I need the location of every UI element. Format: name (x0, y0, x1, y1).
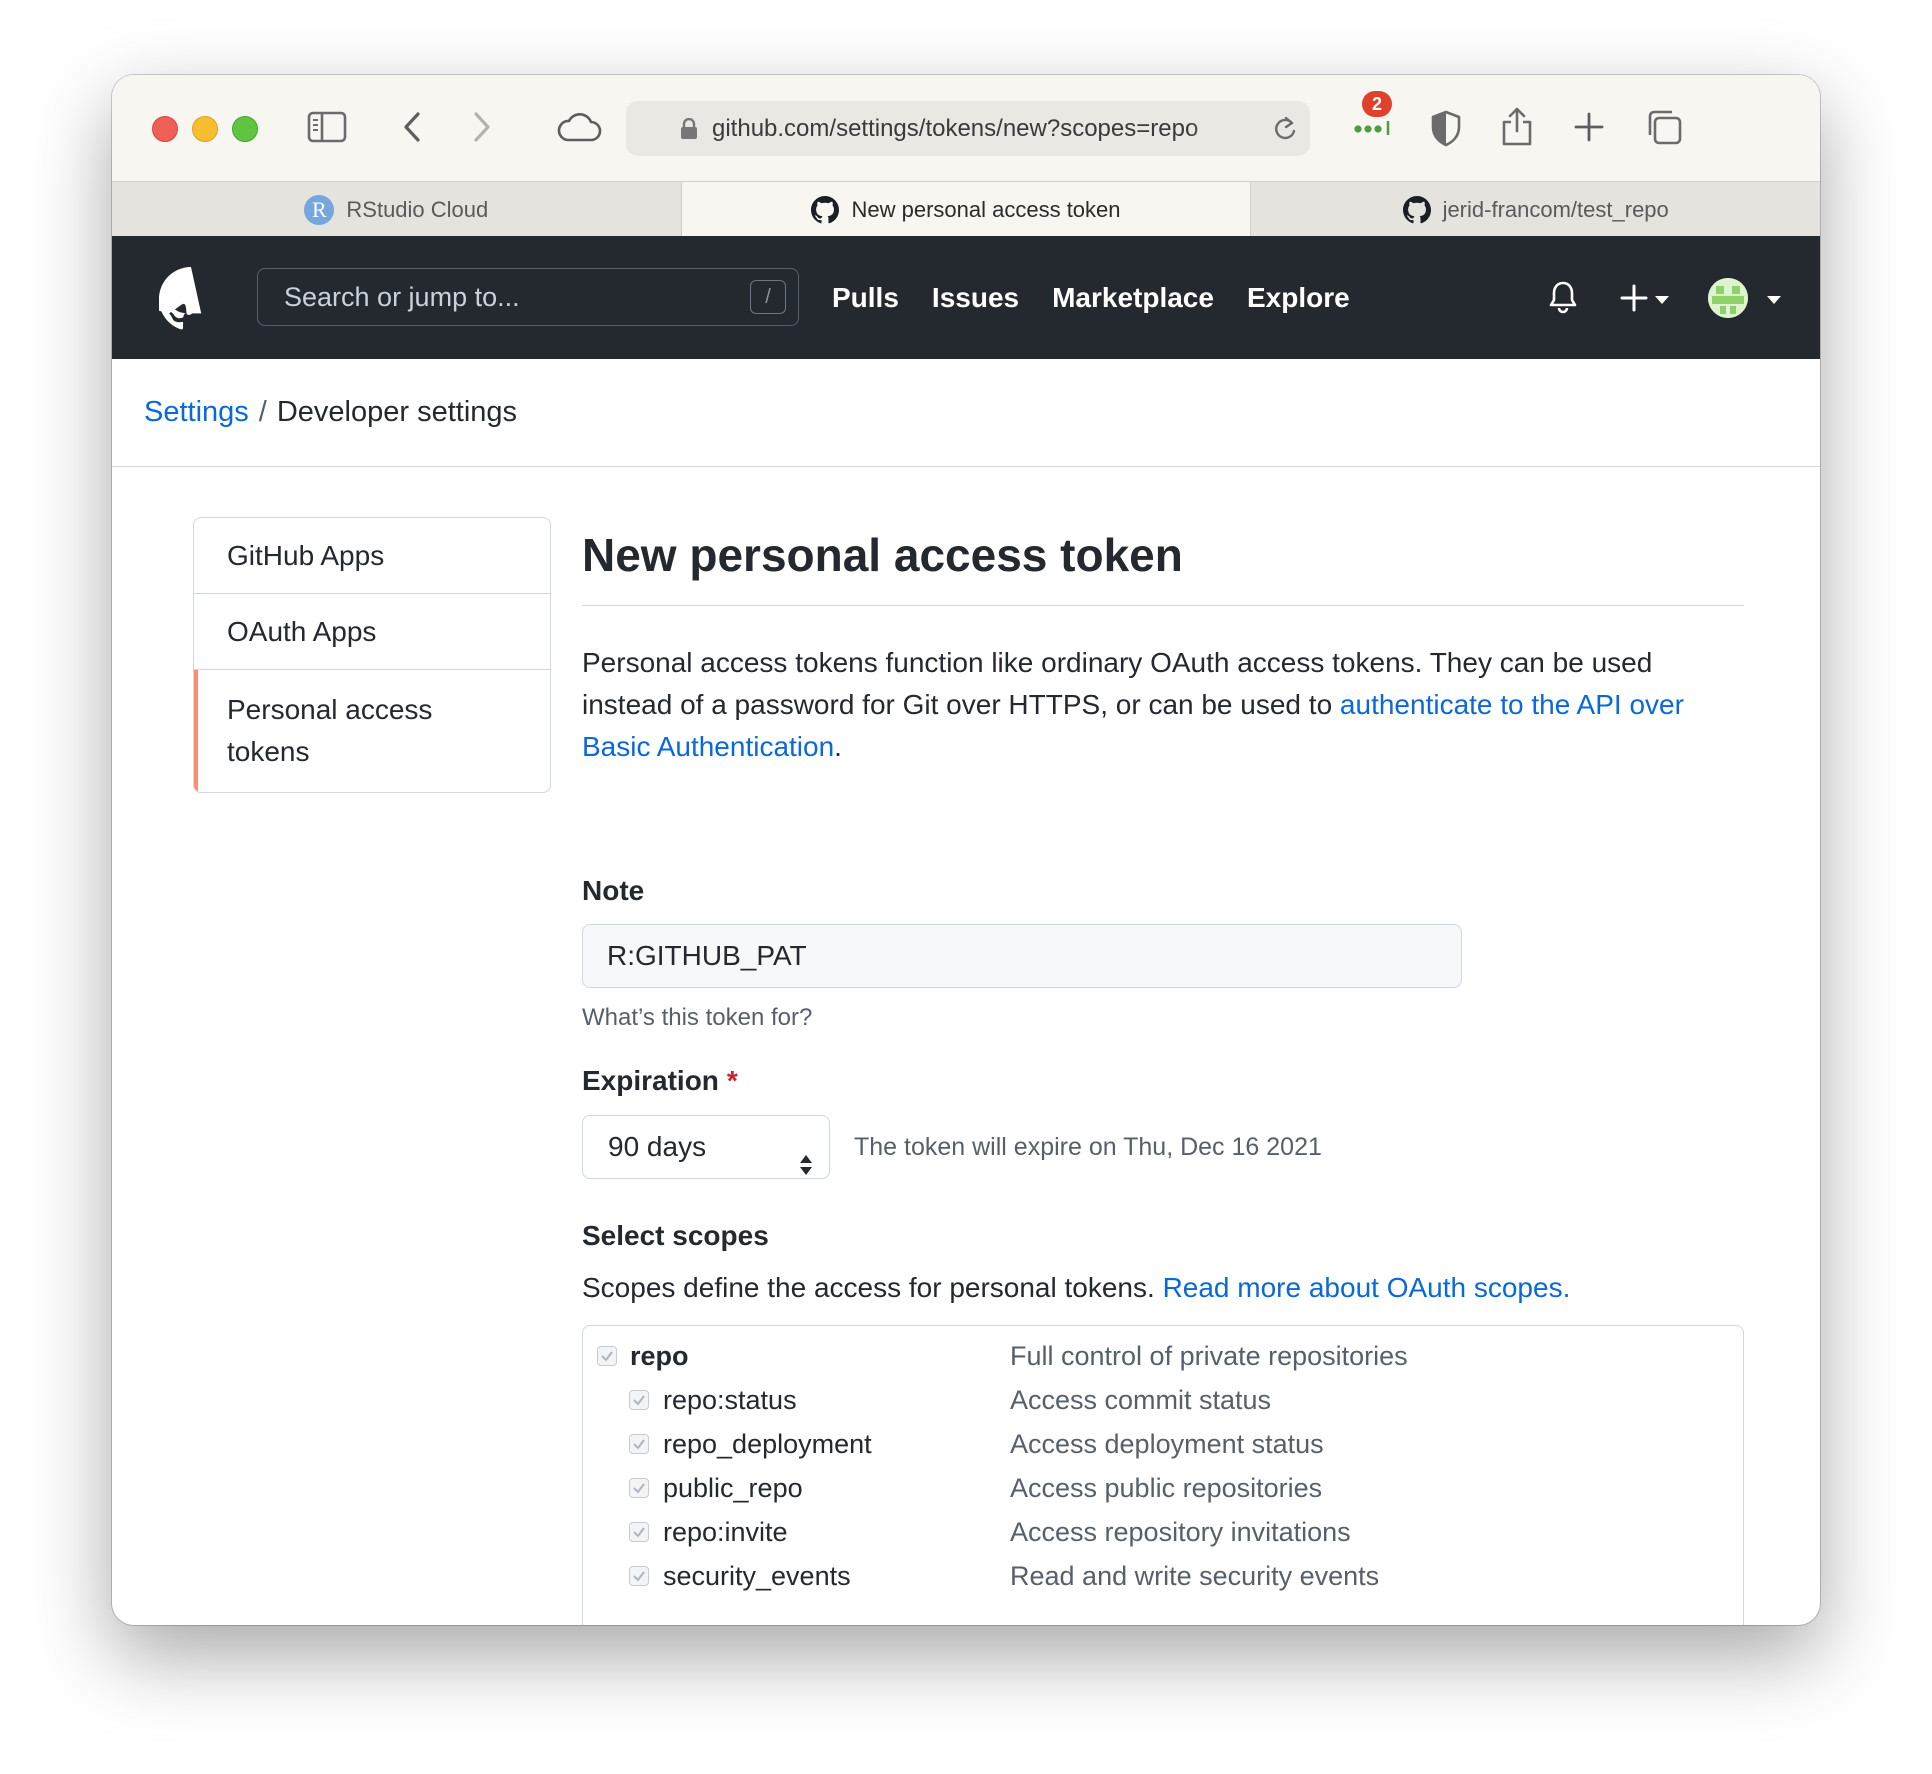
page-title: New personal access token (582, 529, 1183, 581)
search-placeholder: Search or jump to... (284, 282, 520, 312)
breadcrumb-separator: / (258, 396, 267, 428)
sidebar-toggle-icon[interactable] (307, 110, 347, 144)
tab-label: New personal access token (851, 196, 1121, 222)
nav-pulls[interactable]: Pulls (832, 282, 899, 314)
notification-bell-icon[interactable] (1548, 280, 1578, 319)
search-input[interactable]: Search or jump to... / (257, 268, 799, 326)
extension-badge: 2 (1362, 91, 1392, 117)
scopes-description: Scopes define the access for personal to… (582, 1272, 1571, 1303)
scope-checkbox[interactable] (629, 1390, 649, 1410)
expiration-note: The token will expire on Thu, Dec 16 202… (854, 1133, 1322, 1161)
sidebar-item-github-apps[interactable]: GitHub Apps (194, 518, 550, 594)
back-icon[interactable] (400, 111, 424, 143)
rstudio-icon: R (304, 194, 335, 225)
new-tab-icon[interactable] (1574, 112, 1604, 142)
github-icon (811, 195, 840, 224)
chevron-down-icon[interactable] (1767, 296, 1781, 304)
tab-test-repo[interactable]: jerid-francom/test_repo (1251, 182, 1820, 237)
privacy-shield-icon[interactable] (1430, 109, 1462, 147)
share-icon[interactable] (1500, 105, 1534, 147)
scopes-label: Select scopes (582, 1220, 769, 1251)
scope-name: security_events (663, 1561, 851, 1591)
close-window-button[interactable] (152, 116, 178, 142)
forward-icon[interactable] (470, 111, 494, 143)
browser-toolbar: github.com/settings/tokens/new?scopes=re… (112, 75, 1820, 181)
scope-list: repo Full control of private repositorie… (582, 1325, 1744, 1625)
avatar[interactable] (1708, 278, 1748, 318)
scope-description: Read and write security events (1010, 1561, 1380, 1591)
expiration-select[interactable]: 90 days (582, 1115, 830, 1179)
nav-marketplace[interactable]: Marketplace (1052, 282, 1214, 314)
sidebar-item-personal-access-tokens[interactable]: Personal access tokens (194, 670, 550, 792)
scope-checkbox[interactable] (629, 1478, 649, 1498)
header-nav: Pulls Issues Marketplace Explore (832, 236, 1383, 359)
github-icon (1402, 195, 1431, 224)
scope-checkbox[interactable] (629, 1434, 649, 1454)
expiration-value: 90 days (608, 1131, 707, 1162)
intro-text: Personal access tokens function like ord… (582, 647, 1684, 762)
scope-checkbox[interactable] (629, 1522, 649, 1542)
nav-issues[interactable]: Issues (932, 282, 1019, 314)
tab-label: RStudio Cloud (346, 196, 489, 222)
main-content: New personal access token Personal acces… (582, 515, 1744, 1625)
tab-label: jerid-francom/test_repo (1442, 196, 1669, 222)
note-input[interactable]: R:GITHUB_PAT (582, 924, 1462, 988)
create-new-icon[interactable] (1620, 284, 1648, 317)
expiration-label: Expiration * (582, 1065, 738, 1096)
zoom-window-button[interactable] (232, 116, 258, 142)
cloud-icon[interactable] (556, 111, 602, 143)
search-shortcut-key: / (750, 280, 786, 314)
scope-checkbox[interactable] (597, 1346, 617, 1366)
note-label: Note (582, 875, 645, 906)
minimize-window-button[interactable] (192, 116, 218, 142)
chevron-down-icon[interactable] (1655, 296, 1669, 304)
title-divider (582, 605, 1744, 606)
select-arrows-icon (799, 1136, 813, 1198)
scope-checkbox[interactable] (629, 1566, 649, 1586)
note-help-text: What’s this token for? (582, 1004, 813, 1031)
tab-rstudio-cloud[interactable]: R RStudio Cloud (112, 182, 682, 237)
browser-window: github.com/settings/tokens/new?scopes=re… (112, 75, 1820, 1625)
nav-explore[interactable]: Explore (1247, 282, 1350, 314)
address-url[interactable]: github.com/settings/tokens/new?scopes=re… (712, 101, 1252, 156)
required-marker: * (726, 1065, 738, 1096)
extension-icon[interactable] (1352, 115, 1394, 141)
breadcrumb-current: Developer settings (276, 396, 518, 428)
tab-bar: R RStudio Cloud New personal access toke… (112, 181, 1820, 237)
breadcrumb-settings-link[interactable]: Settings (144, 396, 249, 428)
sidebar-item-label: Personal access tokens (227, 694, 433, 767)
settings-sidebar: GitHub Apps OAuth Apps Personal access t… (193, 517, 551, 793)
github-header: Search or jump to... / Pulls Issues Mark… (112, 236, 1820, 359)
github-logo-icon[interactable] (153, 267, 223, 336)
tab-overview-icon[interactable] (1645, 108, 1683, 146)
lock-icon (680, 117, 698, 145)
oauth-scopes-link[interactable]: Read more about OAuth scopes. (1163, 1272, 1571, 1303)
breadcrumb: Settings / Developer settings (112, 359, 1820, 467)
address-bar[interactable]: github.com/settings/tokens/new?scopes=re… (626, 101, 1310, 156)
scope-row-security-events: security_events Read and write security … (583, 1549, 1743, 1603)
reload-icon[interactable] (1272, 115, 1298, 148)
tab-new-personal-access-token[interactable]: New personal access token (681, 182, 1252, 237)
sidebar-item-oauth-apps[interactable]: OAuth Apps (194, 594, 550, 670)
